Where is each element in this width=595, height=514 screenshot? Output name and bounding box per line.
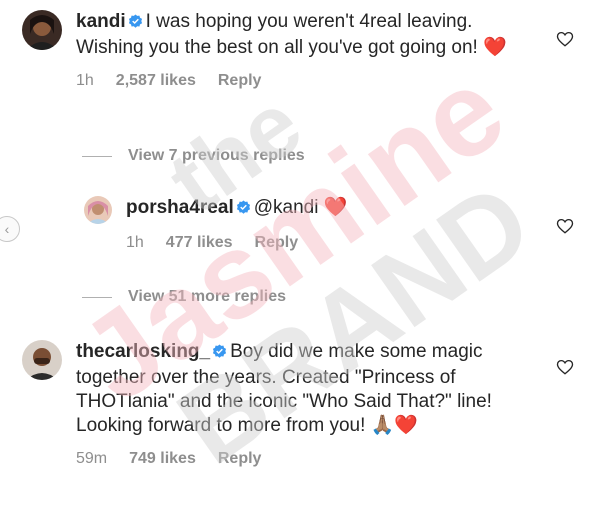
avatar[interactable] (22, 10, 62, 50)
comment-body: thecarlosking_ Boy did we make some magic… (76, 340, 516, 468)
comments-page: kandi I was hoping you weren't 4real leav… (0, 0, 595, 514)
likes-count[interactable]: 477 likes (166, 234, 233, 252)
username[interactable]: porsha4real (126, 197, 234, 218)
verified-badge-icon (128, 12, 143, 36)
timestamp: 1h (126, 234, 144, 251)
username[interactable]: kandi (76, 11, 126, 32)
divider-line (82, 296, 112, 298)
comment-body: kandi I was hoping you weren't 4real leav… (76, 10, 542, 90)
timestamp: 59m (76, 450, 108, 467)
avatar[interactable] (84, 196, 112, 224)
chevron-left-icon[interactable]: ‹ (0, 216, 20, 242)
heart-outline-icon[interactable] (556, 30, 574, 48)
comment-text-block: kandi I was hoping you weren't 4real leav… (76, 10, 542, 60)
mention-link[interactable]: @kandi (254, 197, 319, 218)
comment-meta: 1h 2,587 likes Reply (76, 72, 542, 90)
reply-button[interactable]: Reply (255, 234, 299, 252)
verified-badge-icon (212, 342, 227, 366)
comment-kandi: kandi I was hoping you weren't 4real leav… (22, 10, 542, 90)
view-replies-label[interactable]: View 7 previous replies (128, 147, 305, 165)
comment-body: porsha4real @kandi ❤️ 1h 477 likes Reply (126, 196, 347, 252)
reply-porsha4real: porsha4real @kandi ❤️ 1h 477 likes Reply (84, 196, 524, 252)
likes-count[interactable]: 749 likes (129, 450, 196, 468)
comment-text-block: thecarlosking_ Boy did we make some magic… (76, 340, 516, 438)
comment-thecarlosking: thecarlosking_ Boy did we make some magic… (22, 340, 542, 468)
comment-meta: 59m 749 likes Reply (76, 450, 516, 468)
comment-meta: 1h 477 likes Reply (126, 234, 347, 252)
comment-emoji: ❤️ (323, 197, 348, 218)
reply-button[interactable]: Reply (218, 72, 262, 90)
view-replies-label[interactable]: View 51 more replies (128, 288, 286, 306)
username[interactable]: thecarlosking_ (76, 341, 210, 362)
heart-outline-icon[interactable] (556, 217, 574, 235)
divider-line (82, 155, 112, 157)
comment-text-block: porsha4real @kandi ❤️ (126, 196, 347, 222)
avatar[interactable] (22, 340, 62, 380)
view-previous-replies[interactable]: View 7 previous replies (82, 147, 305, 165)
timestamp: 1h (76, 72, 94, 89)
heart-outline-icon[interactable] (556, 358, 574, 376)
view-more-replies[interactable]: View 51 more replies (82, 288, 286, 306)
reply-button[interactable]: Reply (218, 450, 262, 468)
likes-count[interactable]: 2,587 likes (116, 72, 196, 90)
verified-badge-icon (236, 198, 251, 222)
